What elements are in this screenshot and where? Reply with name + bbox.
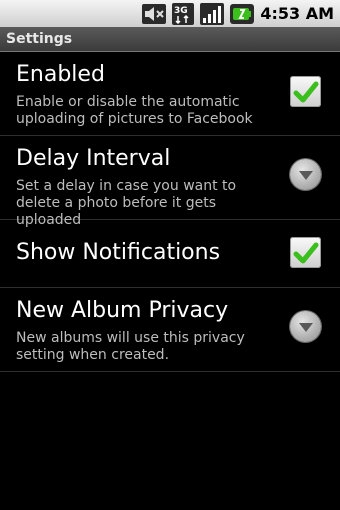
pref-title: Delay Interval [16, 146, 171, 171]
network-type-label: 3G [174, 6, 188, 16]
new-album-privacy-dropdown[interactable] [290, 311, 321, 342]
3g-icon: 3G [172, 2, 195, 25]
preference-list: Enabled Enable or disable the automatic … [0, 52, 340, 372]
chevron-down-icon [298, 322, 313, 332]
delay-interval-dropdown[interactable] [290, 159, 321, 190]
pref-enabled[interactable]: Enabled Enable or disable the automatic … [0, 52, 340, 136]
title-bar: Settings [0, 27, 340, 52]
mute-icon [142, 3, 167, 24]
checkmark-icon [293, 242, 318, 263]
pref-summary: Enable or disable the automatic uploadin… [16, 94, 253, 127]
pref-new-album-privacy[interactable]: New Album Privacy New albums will use th… [0, 288, 340, 372]
pref-title: Show Notifications [16, 240, 221, 265]
page-title: Settings [6, 31, 73, 47]
enabled-checkbox[interactable] [290, 76, 321, 107]
show-notifications-checkbox[interactable] [290, 237, 321, 268]
pref-summary: New albums will use this privacy setting… [16, 330, 245, 363]
pref-show-notifications[interactable]: Show Notifications [0, 220, 340, 288]
checkmark-icon [293, 81, 318, 102]
battery-icon [230, 3, 255, 24]
signal-icon [200, 2, 225, 25]
status-time: 4:53 AM [260, 4, 334, 23]
pref-title: Enabled [16, 62, 105, 87]
pref-title: New Album Privacy [16, 298, 229, 323]
chevron-down-icon [298, 170, 313, 180]
status-bar: 3G 4:53 AM [0, 0, 340, 27]
pref-delay-interval[interactable]: Delay Interval Set a delay in case you w… [0, 136, 340, 228]
